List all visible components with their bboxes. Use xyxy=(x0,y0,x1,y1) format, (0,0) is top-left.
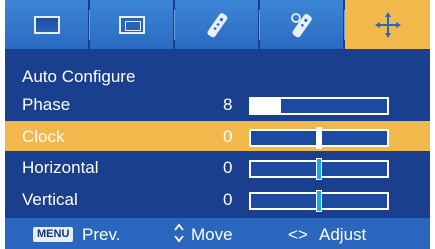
phase-slider[interactable] xyxy=(249,97,389,115)
menu-key-badge: MENU xyxy=(33,227,74,242)
picture-icon xyxy=(33,15,60,34)
menu-item-value: 0 xyxy=(223,158,233,177)
vertical-slider[interactable] xyxy=(249,190,389,212)
pc-position-icon xyxy=(373,11,403,39)
menu-item-clock[interactable]: Clock 0 xyxy=(5,121,430,151)
move-hint: Move xyxy=(191,225,233,244)
remote-icon xyxy=(204,10,230,40)
menu-item-label: Clock xyxy=(22,127,65,146)
slider-marker[interactable] xyxy=(316,190,322,212)
osd-menu: Auto Configure Phase 8 Clock 0 Horizonta… xyxy=(5,0,430,249)
clock-slider[interactable] xyxy=(249,127,389,149)
screen-icon xyxy=(118,15,145,34)
prev-hint: Prev. xyxy=(82,225,121,244)
remote-settings-icon xyxy=(287,10,317,40)
tab-remote[interactable] xyxy=(175,0,258,49)
footer-help-bar: MENU Prev. Move <> Adjust xyxy=(5,218,430,249)
tab-remote-settings[interactable] xyxy=(260,0,343,49)
menu-item-phase[interactable]: Phase 8 xyxy=(5,89,430,119)
menu-item-horizontal[interactable]: Horizontal 0 xyxy=(5,152,430,182)
tab-picture[interactable] xyxy=(5,0,88,49)
menu-item-value: 0 xyxy=(223,127,233,146)
menu-item-label: Horizontal xyxy=(22,158,99,177)
menu-item-label: Phase xyxy=(22,95,71,114)
adjust-hint: Adjust xyxy=(319,225,367,244)
horizontal-slider[interactable] xyxy=(249,158,389,180)
slider-marker[interactable] xyxy=(316,158,322,180)
menu-tab-bar xyxy=(5,0,430,53)
tab-pc-position[interactable] xyxy=(345,0,430,49)
menu-item-value: 8 xyxy=(223,95,233,114)
slider-marker[interactable] xyxy=(316,127,322,149)
menu-item-auto-configure[interactable]: Auto Configure xyxy=(5,61,430,91)
menu-item-vertical[interactable]: Vertical 0 xyxy=(5,184,430,214)
menu-item-label: Auto Configure xyxy=(22,67,136,86)
left-right-arrows-icon: <> xyxy=(288,225,308,244)
slider-fill xyxy=(251,99,281,113)
tab-screen[interactable] xyxy=(90,0,173,49)
menu-item-value: 0 xyxy=(223,190,233,209)
up-down-arrows-icon xyxy=(173,222,185,244)
menu-item-label: Vertical xyxy=(22,190,78,209)
